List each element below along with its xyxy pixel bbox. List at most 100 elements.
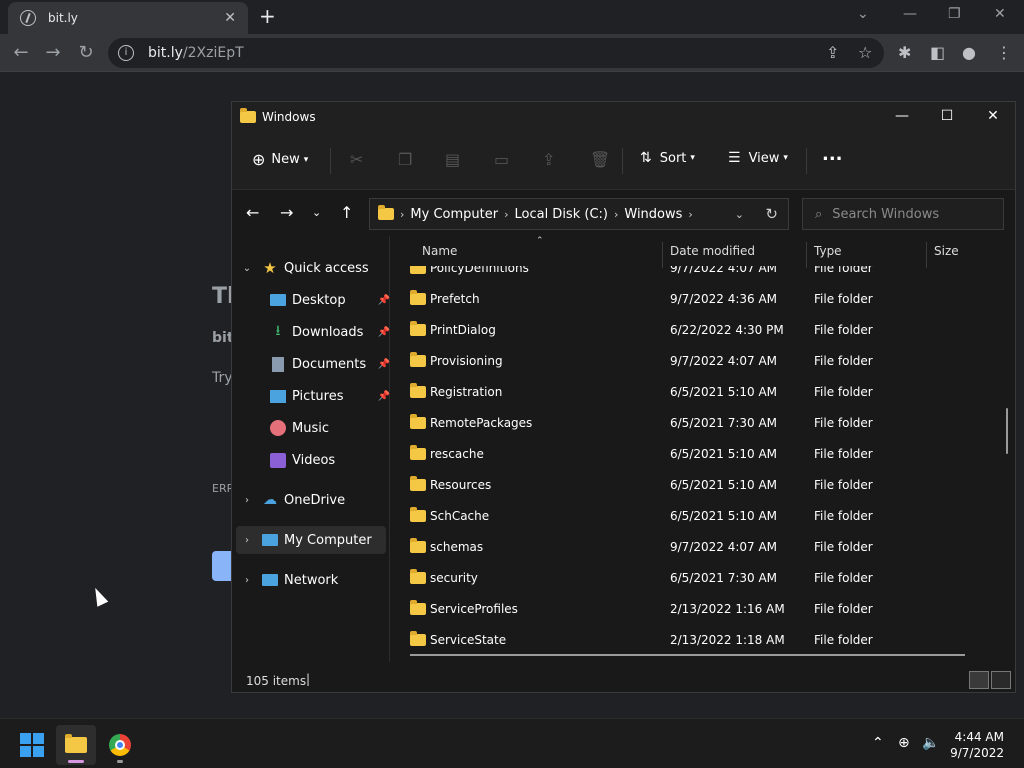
pin-icon[interactable]: 📌 (378, 391, 390, 402)
nav-onedrive[interactable]: › ☁ OneDrive (240, 486, 388, 514)
address-bar[interactable]: i bit.ly/2XziEpT (108, 38, 884, 68)
nav-documents[interactable]: Documents 📌 (270, 350, 390, 378)
taskbar-chrome[interactable] (100, 725, 140, 765)
document-icon (272, 356, 284, 372)
minimize-icon[interactable]: — (879, 108, 925, 124)
profile-icon[interactable]: ● (962, 43, 976, 62)
rename-icon[interactable]: ▭ (494, 150, 509, 169)
refresh-icon[interactable]: ↻ (765, 205, 778, 223)
reload-icon[interactable]: ↻ (75, 42, 97, 63)
nav-pictures[interactable]: Pictures 📌 (270, 382, 390, 410)
new-button[interactable]: ⊕ New ▾ (252, 150, 308, 169)
column-divider[interactable] (806, 242, 807, 268)
chevron-right-icon[interactable]: › (504, 208, 508, 221)
column-header-date[interactable]: Date modified (670, 244, 755, 258)
nav-downloads[interactable]: ⭳ Downloads 📌 (270, 318, 390, 346)
file-row[interactable]: Registration 6/5/2021 5:10 AM File folder (410, 376, 970, 407)
pin-icon[interactable]: 📌 (378, 295, 390, 306)
breadcrumb-local-disk[interactable]: Local Disk (C:) (514, 207, 607, 222)
column-header-name[interactable]: Name (422, 244, 457, 258)
file-row[interactable]: RemotePackages 6/5/2021 7:30 AM File folde… (410, 407, 970, 438)
start-button[interactable] (20, 733, 44, 757)
nav-network[interactable]: › Network (240, 566, 388, 594)
file-row[interactable]: rescache 6/5/2021 5:10 AM File folder (410, 438, 970, 469)
share-icon[interactable]: ⇪ (826, 43, 839, 62)
recent-locations-icon[interactable]: ⌄ (312, 206, 321, 219)
column-header-type[interactable]: Type (814, 244, 842, 258)
chevron-right-icon[interactable]: › (688, 208, 692, 221)
tiles-view-button[interactable] (991, 671, 1011, 689)
file-row[interactable]: security 6/5/2021 7:30 AM File folder (410, 562, 970, 593)
restore-icon[interactable]: ❐ (948, 6, 961, 22)
search-box[interactable]: ⌕ (802, 198, 1004, 230)
browser-tab[interactable]: bit.ly ✕ (8, 2, 248, 34)
back-icon[interactable]: ← (10, 42, 32, 63)
desktop-icon (270, 294, 286, 306)
file-row[interactable]: SchCache 6/5/2021 5:10 AM File folder (410, 500, 970, 531)
chevron-down-icon[interactable]: ⌄ (240, 263, 254, 274)
vertical-scrollbar[interactable] (1006, 408, 1008, 454)
column-header-size[interactable]: Size (934, 244, 959, 258)
pin-icon[interactable]: 📌 (378, 359, 390, 370)
file-row[interactable]: schemas 9/7/2022 4:07 AM File folder (410, 531, 970, 562)
nav-quick-access[interactable]: ⌄ ★ Quick access (240, 254, 388, 282)
chevron-right-icon[interactable]: › (240, 535, 254, 546)
details-view-button[interactable] (969, 671, 989, 689)
file-row[interactable]: Provisioning 9/7/2022 4:07 AM File folder (410, 345, 970, 376)
nav-videos[interactable]: Videos (270, 446, 370, 474)
cut-icon[interactable]: ✂ (350, 150, 363, 169)
nav-music[interactable]: Music (270, 414, 370, 442)
nav-desktop[interactable]: Desktop 📌 (270, 286, 390, 314)
file-row[interactable]: Prefetch 9/7/2022 4:36 AM File folder (410, 283, 970, 314)
nav-label: Network (284, 572, 339, 588)
column-divider[interactable] (926, 242, 927, 268)
chevron-right-icon[interactable]: › (240, 495, 254, 506)
share-icon[interactable]: ⇪ (542, 150, 555, 169)
sort-button[interactable]: ⇅ Sort ▾ (640, 150, 695, 166)
search-input[interactable] (832, 206, 983, 222)
chevron-right-icon[interactable]: › (240, 575, 254, 586)
chevron-right-icon[interactable]: › (400, 208, 404, 221)
file-row[interactable]: ServiceProfiles 2/13/2022 1:16 AM File fol… (410, 593, 970, 624)
bookmark-star-icon[interactable]: ☆ (858, 43, 872, 62)
copy-icon[interactable]: ❐ (398, 150, 412, 169)
close-icon[interactable]: ✕ (970, 108, 1016, 124)
file-row[interactable]: ServiceState 2/13/2022 1:18 AM File folder (410, 624, 970, 655)
pin-icon[interactable]: 📌 (378, 327, 390, 338)
paste-icon[interactable]: ▤ (445, 150, 460, 169)
horizontal-scrollbar[interactable] (410, 654, 965, 656)
breadcrumb-windows[interactable]: Windows (624, 207, 682, 222)
maximize-icon[interactable]: ☐ (924, 108, 970, 124)
tab-search-icon[interactable]: ⌄ (857, 6, 869, 22)
file-row[interactable]: Resources 6/5/2021 5:10 AM File folder (410, 469, 970, 500)
forward-icon[interactable]: → (280, 203, 293, 222)
address-history-icon[interactable]: ⌄ (735, 208, 744, 221)
column-divider[interactable] (662, 242, 663, 268)
search-icon: ⌕ (815, 206, 823, 222)
forward-icon[interactable]: → (42, 42, 64, 63)
file-name: Prefetch (430, 291, 480, 306)
taskbar-file-explorer[interactable] (56, 725, 96, 765)
delete-icon[interactable]: 🗑 (590, 150, 610, 169)
side-panel-icon[interactable]: ◧ (930, 43, 945, 62)
chevron-right-icon[interactable]: › (614, 208, 618, 221)
extensions-icon[interactable]: ✱ (898, 43, 911, 62)
clock[interactable]: 4:44 AM 9/7/2022 (950, 729, 1004, 761)
site-info-icon[interactable]: i (118, 45, 134, 61)
address-bar[interactable]: › My Computer › Local Disk (C:) › Window… (369, 198, 789, 230)
view-button[interactable]: ☰ View ▾ (728, 150, 788, 166)
close-window-icon[interactable]: ✕ (994, 6, 1006, 22)
nav-my-computer[interactable]: › My Computer (236, 526, 386, 554)
menu-icon[interactable]: ⋮ (996, 43, 1012, 62)
new-tab-button[interactable]: + (259, 6, 276, 26)
back-icon[interactable]: ← (246, 203, 259, 222)
show-hidden-icons[interactable]: ⌃ (872, 735, 884, 751)
more-options-button[interactable]: ... (822, 144, 843, 165)
volume-icon[interactable]: 🔈 (922, 735, 939, 751)
up-icon[interactable]: ↑ (340, 203, 353, 222)
close-tab-icon[interactable]: ✕ (224, 10, 236, 26)
globe-icon[interactable]: ⊕ (898, 735, 910, 751)
breadcrumb-my-computer[interactable]: My Computer (410, 207, 498, 222)
minimize-icon[interactable]: — (903, 6, 917, 22)
file-row[interactable]: PrintDialog 6/22/2022 4:30 PM File folder (410, 314, 970, 345)
